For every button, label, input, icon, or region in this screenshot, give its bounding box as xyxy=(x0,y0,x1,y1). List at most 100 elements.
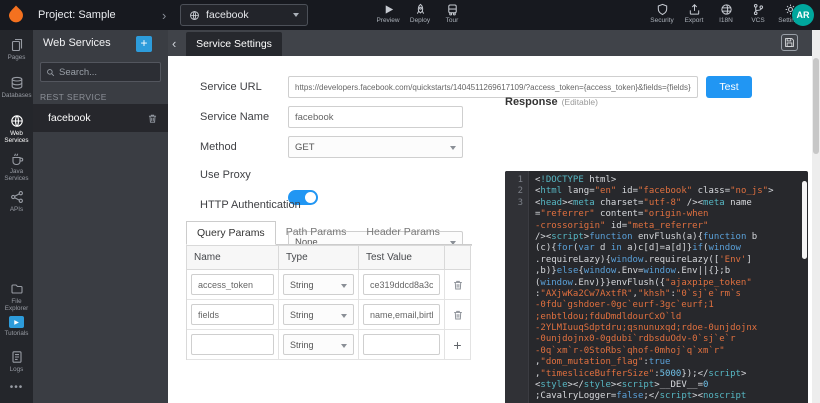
rocket-icon xyxy=(414,3,427,16)
chevron-down-icon xyxy=(341,344,347,348)
user-avatar[interactable]: AR xyxy=(792,4,814,26)
param-type-value: String xyxy=(290,280,314,290)
bus-icon xyxy=(446,3,459,16)
delete-row-button[interactable] xyxy=(445,270,471,300)
trash-icon xyxy=(452,279,464,291)
sidebar-item-databases[interactable]: Databases xyxy=(0,72,33,110)
tab-query-params[interactable]: Query Params xyxy=(186,221,276,245)
sidebar-item-pages[interactable]: Pages xyxy=(0,34,33,72)
save-button[interactable] xyxy=(781,34,798,51)
page-scrollbar[interactable] xyxy=(812,30,820,403)
test-button[interactable]: Test xyxy=(706,76,752,98)
breadcrumb-chevron-icon: › xyxy=(162,0,166,30)
chevron-down-icon xyxy=(341,314,347,318)
sidebar-item-java-services[interactable]: Java Services xyxy=(0,148,33,186)
i18n-button[interactable]: I18N xyxy=(710,0,742,30)
trash-icon[interactable] xyxy=(147,113,158,124)
share-nodes-icon xyxy=(10,190,24,204)
panel-title: Web Services xyxy=(43,37,111,49)
table-new-row: String + xyxy=(187,330,472,360)
param-type-select[interactable]: String xyxy=(283,334,354,355)
service-search xyxy=(40,62,161,82)
vcs-button[interactable]: VCS xyxy=(742,0,774,30)
service-name-label: Service Name xyxy=(200,106,269,128)
param-type-select[interactable]: String xyxy=(283,304,354,325)
save-floppy-icon xyxy=(784,37,795,48)
deploy-button[interactable]: Deploy xyxy=(404,0,436,30)
folder-icon xyxy=(10,282,24,296)
response-title: Response xyxy=(505,96,558,108)
sidebar-item-file-explorer[interactable]: File Explorer xyxy=(0,278,33,312)
add-service-button[interactable]: + xyxy=(136,36,152,52)
sidebar-item-web-services[interactable]: Web Services xyxy=(0,110,33,148)
method-select[interactable]: GET xyxy=(288,136,463,158)
param-type-value: String xyxy=(290,340,314,350)
tab-path-params[interactable]: Path Params xyxy=(276,220,357,244)
pages-icon xyxy=(10,38,24,52)
search-input[interactable] xyxy=(59,67,155,78)
service-item-label: facebook xyxy=(48,112,91,124)
toggle-knob xyxy=(305,192,316,203)
sidebar-item-logs[interactable]: Logs xyxy=(0,346,33,380)
service-selector-dropdown[interactable]: facebook xyxy=(180,4,308,26)
param-name-input[interactable] xyxy=(191,274,274,295)
service-name-input[interactable] xyxy=(288,106,463,128)
export-button[interactable]: Export xyxy=(678,0,710,30)
web-services-panel: Web Services + REST SERVICE facebook xyxy=(33,30,168,403)
sidebar-item-tutorials[interactable]: ▶ Tutorials xyxy=(0,312,33,346)
more-options-button[interactable]: ••• xyxy=(0,382,33,393)
app-logo xyxy=(5,4,27,26)
query-params-table: Name Type Test Value String xyxy=(186,245,472,360)
security-button[interactable]: Security xyxy=(646,0,678,30)
param-type-select[interactable]: String xyxy=(283,274,354,295)
globe-icon xyxy=(189,10,200,21)
service-selector-value: facebook xyxy=(206,9,249,21)
delete-row-button[interactable] xyxy=(445,300,471,330)
video-play-icon: ▶ xyxy=(9,316,24,328)
app-window: Project: Sample › facebook Preview Deplo… xyxy=(0,0,820,403)
chevron-down-icon xyxy=(293,13,299,17)
service-url-input[interactable] xyxy=(288,76,698,98)
param-name-input[interactable] xyxy=(191,334,274,355)
database-icon xyxy=(10,76,24,90)
sidebar-item-apis[interactable]: APIs xyxy=(0,186,33,224)
response-subtitle: (Editable) xyxy=(562,97,598,107)
param-type-value: String xyxy=(290,310,314,320)
shield-icon xyxy=(656,3,669,16)
response-gutter: 123 xyxy=(505,171,529,403)
globe-icon xyxy=(10,114,24,128)
param-test-value-input[interactable] xyxy=(363,334,440,355)
add-row-button[interactable]: + xyxy=(445,330,471,360)
col-header-test-value: Test Value xyxy=(359,246,445,270)
col-header-type: Type xyxy=(279,246,359,270)
param-name-input[interactable] xyxy=(191,304,274,325)
project-name: Project: Sample xyxy=(38,0,116,30)
tab-header-params[interactable]: Header Params xyxy=(356,220,450,244)
main-tab-strip: ‹ Service Settings xyxy=(168,30,812,56)
table-row: String xyxy=(187,300,472,330)
response-code-editor[interactable]: 123 <!DOCTYPE html><html lang="en" id="f… xyxy=(505,171,808,403)
service-settings-content: Service URL Test Service Name Method GET… xyxy=(168,56,812,403)
trash-icon xyxy=(452,309,464,321)
use-proxy-label: Use Proxy xyxy=(200,164,251,186)
service-list-item-facebook[interactable]: facebook xyxy=(33,104,168,132)
plus-icon: + xyxy=(453,338,461,352)
tab-service-settings[interactable]: Service Settings xyxy=(186,32,282,56)
left-icon-rail: Pages Databases Web Services Java Servic… xyxy=(0,30,33,403)
param-test-value-input[interactable] xyxy=(363,274,440,295)
param-test-value-input[interactable] xyxy=(363,304,440,325)
method-select-value: GET xyxy=(295,142,315,153)
topbar-right-actions: Security Export I18N VCS Settings xyxy=(646,0,806,30)
response-code[interactable]: <!DOCTYPE html><html lang="en" id="faceb… xyxy=(529,171,808,403)
coffee-cup-icon xyxy=(10,152,24,166)
table-header-row: Name Type Test Value xyxy=(187,246,472,270)
play-icon xyxy=(382,3,395,16)
panel-collapse-button[interactable]: ‹ xyxy=(172,30,176,56)
col-header-actions xyxy=(445,246,471,270)
method-label: Method xyxy=(200,136,237,158)
page-scrollbar-thumb[interactable] xyxy=(813,58,819,154)
i18n-globe-icon xyxy=(720,3,733,16)
editor-scrollbar-thumb[interactable] xyxy=(802,181,807,259)
tour-button[interactable]: Tour xyxy=(436,0,468,30)
preview-button[interactable]: Preview xyxy=(372,0,404,30)
